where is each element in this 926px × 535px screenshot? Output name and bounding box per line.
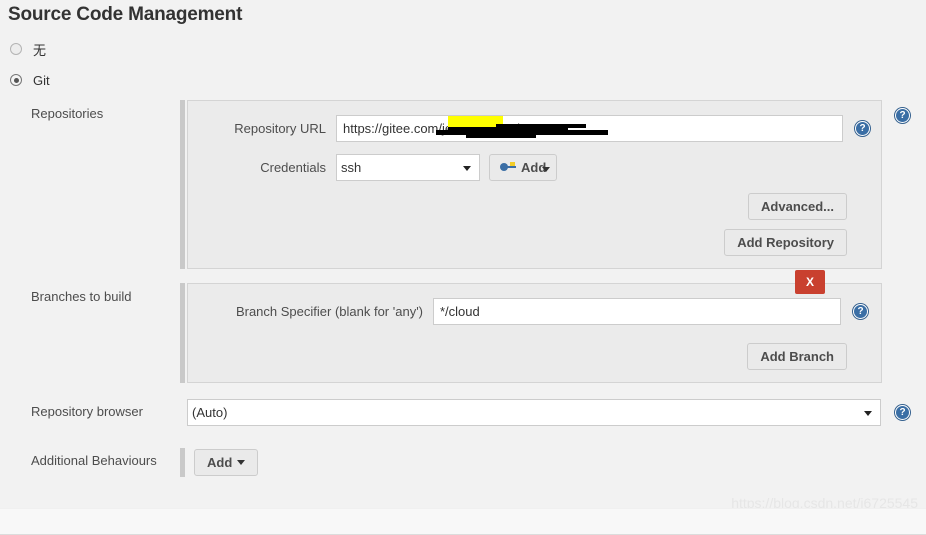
scm-option-none-label: 无 — [33, 42, 47, 58]
credentials-select-wrap: ssh — [336, 154, 480, 181]
branches-label: Branches to build — [31, 289, 132, 304]
repositories-help-icon[interactable]: ? — [895, 108, 910, 123]
repositories-body: Repository URL ? — [180, 100, 926, 269]
branches-section: Branches to build X Branch Specifier (bl… — [0, 270, 926, 383]
repository-browser-body: (Auto) ? — [180, 399, 926, 426]
additional-behaviours-add-button[interactable]: Add — [194, 449, 259, 476]
repository-url-label: Repository URL — [234, 121, 326, 136]
repository-url-help-icon[interactable]: ? — [855, 121, 870, 136]
repositories-section: Repositories Repository URL https://gite… — [0, 100, 926, 269]
repository-browser-section: Repository browser (Auto) ? — [0, 399, 926, 426]
repositories-grip-handle[interactable] — [180, 100, 185, 269]
footer-strip — [0, 508, 926, 535]
scm-radio-group: 无 Git — [0, 26, 926, 91]
branches-body: X Branch Specifier (blank for 'any') ? A… — [180, 270, 926, 383]
credentials-add-button[interactable]: Add — [489, 154, 558, 181]
advanced-row: Advanced... — [188, 193, 881, 229]
repository-panel: Repository URL ? — [187, 100, 882, 269]
repository-url-input[interactable] — [336, 115, 843, 142]
repository-browser-select-wrap: (Auto) — [187, 399, 881, 426]
add-repository-row: Add Repository — [188, 229, 881, 256]
credentials-select[interactable]: ssh — [336, 154, 480, 181]
radio-git-icon[interactable] — [10, 74, 22, 86]
additional-behaviours-add-label: Add — [207, 455, 233, 470]
scm-option-git[interactable]: Git — [10, 69, 926, 91]
repository-browser-help-icon[interactable]: ? — [895, 405, 910, 420]
scm-option-none[interactable]: 无 — [10, 38, 926, 60]
branch-specifier-row: Branch Specifier (blank for 'any') ? — [188, 298, 881, 325]
caret-down-icon — [237, 460, 246, 465]
credentials-label: Credentials — [260, 160, 326, 175]
branch-specifier-help-icon[interactable]: ? — [853, 304, 868, 319]
additional-behaviours-body: Add — [180, 448, 926, 477]
key-icon — [500, 162, 516, 173]
branch-panel: X Branch Specifier (blank for 'any') ? A… — [187, 270, 882, 383]
additional-behaviours-section: Additional Behaviours Add — [0, 448, 926, 477]
add-repository-button[interactable]: Add Repository — [724, 229, 847, 256]
additional-behaviours-grip-handle[interactable] — [180, 448, 185, 477]
add-branch-row: Add Branch — [188, 343, 881, 370]
branches-grip-handle[interactable] — [180, 283, 185, 383]
add-branch-button[interactable]: Add Branch — [747, 343, 847, 370]
repositories-label: Repositories — [31, 106, 104, 121]
caret-down-icon — [542, 167, 551, 172]
branch-specifier-label: Branch Specifier (blank for 'any') — [235, 304, 423, 319]
credentials-row: Credentials ssh Add — [188, 154, 881, 181]
page-title: Source Code Management — [8, 4, 243, 25]
branch-specifier-input[interactable] — [433, 298, 841, 325]
repository-browser-select[interactable]: (Auto) — [187, 399, 881, 426]
delete-branch-button[interactable]: X — [795, 270, 825, 294]
advanced-button[interactable]: Advanced... — [748, 193, 847, 220]
additional-behaviours-label: Additional Behaviours — [31, 453, 157, 468]
radio-none-icon[interactable] — [10, 43, 22, 55]
repository-url-row: Repository URL ? — [188, 115, 881, 142]
scm-option-git-label: Git — [33, 72, 50, 88]
repository-browser-label: Repository browser — [31, 404, 143, 419]
